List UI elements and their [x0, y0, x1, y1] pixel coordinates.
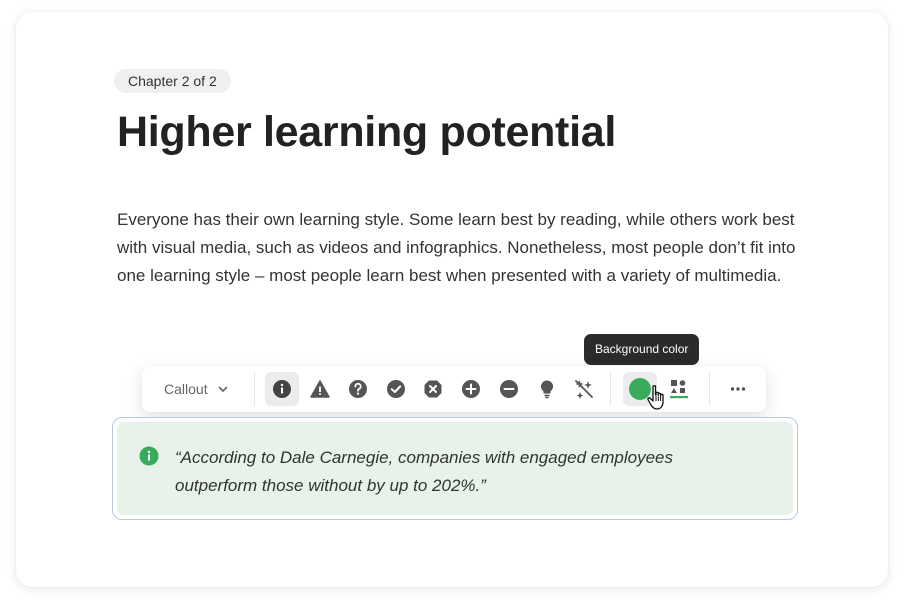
check-icon [387, 380, 405, 398]
page-card: Chapter 2 of 2 Higher learning potential… [16, 12, 888, 587]
no-icon-icon [575, 380, 593, 399]
bulb-icon [540, 380, 554, 399]
text-style-icon [670, 380, 688, 399]
icon-option-info[interactable] [265, 372, 299, 406]
callout-toolbar: Callout [142, 366, 766, 412]
chapter-badge: Chapter 2 of 2 [114, 69, 231, 93]
background-color-tooltip: Background color [584, 334, 700, 365]
toolbar-divider [709, 372, 710, 406]
hand-pointer-cursor-icon [647, 385, 664, 410]
warning-icon [310, 380, 330, 398]
icon-option-question[interactable] [341, 372, 375, 406]
info-icon [273, 380, 291, 398]
body-paragraph[interactable]: Everyone has their own learning style. S… [117, 206, 807, 290]
toolbar-divider [254, 372, 255, 406]
more-options-button[interactable] [721, 372, 755, 406]
plus-icon [462, 380, 480, 398]
block-type-label: Callout [164, 381, 208, 397]
icon-option-minus[interactable] [492, 372, 526, 406]
callout-background: “According to Dale Carnegie, companies w… [117, 422, 793, 515]
info-icon[interactable] [139, 446, 159, 466]
cross-icon [424, 380, 442, 398]
block-type-dropdown[interactable]: Callout [164, 366, 228, 412]
minus-icon [500, 380, 518, 398]
toolbar-divider [610, 372, 611, 406]
chevron-down-icon [218, 386, 227, 392]
more-horizontal-icon [730, 387, 746, 391]
callout-text[interactable]: “According to Dale Carnegie, companies w… [175, 444, 735, 500]
page-title[interactable]: Higher learning potential [117, 108, 616, 157]
icon-option-bulb[interactable] [530, 372, 564, 406]
icon-option-cross[interactable] [416, 372, 450, 406]
callout-block[interactable]: “According to Dale Carnegie, companies w… [112, 417, 798, 520]
icon-option-check[interactable] [379, 372, 413, 406]
icon-option-plus[interactable] [454, 372, 488, 406]
question-icon [349, 380, 367, 398]
icon-option-warning[interactable] [303, 372, 337, 406]
icon-option-none[interactable] [567, 372, 601, 406]
